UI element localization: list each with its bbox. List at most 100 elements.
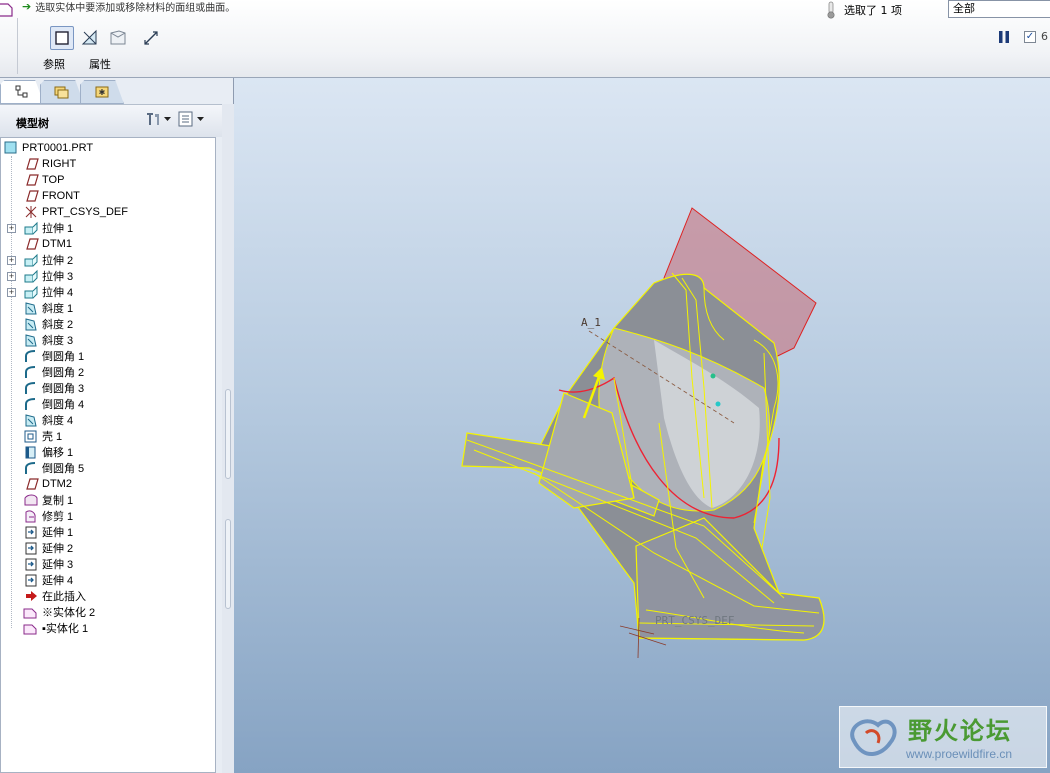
tree-item-9[interactable]: + 拉伸 4 xyxy=(1,284,215,300)
tree-item-23[interactable]: 修剪 1 xyxy=(1,508,215,524)
tree-item-20[interactable]: 倒圆角 5 xyxy=(1,460,215,476)
tree-item-29[interactable]: ※实体化 2 xyxy=(1,604,215,620)
tree-item-label: 倒圆角 4 xyxy=(42,399,85,411)
tree-item-7[interactable]: + 拉伸 2 xyxy=(1,252,215,268)
model-view[interactable]: A_1 PRT_CSYS_DEF xyxy=(234,78,1050,773)
csys-label: PRT_CSYS_DEF xyxy=(655,614,734,627)
tree-item-14[interactable]: 倒圆角 2 xyxy=(1,364,215,380)
show-list-icon xyxy=(178,111,193,127)
surface-patch-icon xyxy=(110,30,126,45)
tree-item-label: 壳 1 xyxy=(42,431,63,443)
tree-item-root[interactable]: PRT0001.PRT xyxy=(1,140,215,156)
tree-item-26[interactable]: 延伸 3 xyxy=(1,556,215,572)
tab-favorites[interactable]: ✱ xyxy=(80,80,124,104)
part-icon xyxy=(4,141,17,154)
navigator-tabs: ✱ xyxy=(0,78,234,104)
toolbar-divider xyxy=(17,18,18,74)
datum-plane-icon xyxy=(26,158,39,170)
tree-item-label: 修剪 1 xyxy=(42,511,74,523)
tree-item-18[interactable]: 壳 1 xyxy=(1,428,215,444)
round-icon xyxy=(25,462,36,474)
panel-splitter[interactable] xyxy=(222,104,234,773)
tree-item-17[interactable]: 斜度 4 xyxy=(1,412,215,428)
round-icon xyxy=(25,350,36,362)
splitter-grip-upper[interactable] xyxy=(225,389,231,479)
tree-item-label: 斜度 2 xyxy=(42,319,74,331)
tab-properties[interactable]: 属性 xyxy=(89,56,111,72)
verify-preview-icon[interactable]: 6 xyxy=(1041,30,1048,43)
tree-item-label: PRT_CSYS_DEF xyxy=(42,206,128,218)
tree-item-8[interactable]: + 拉伸 3 xyxy=(1,268,215,284)
remove-material-option-button[interactable] xyxy=(78,26,102,50)
tree-item-3[interactable]: FRONT xyxy=(1,188,215,204)
tree-settings-button[interactable] xyxy=(144,111,171,127)
tree-item-label: 倒圆角 3 xyxy=(42,383,85,395)
graphics-viewport[interactable]: A_1 PRT_CSYS_DEF xyxy=(234,78,1050,773)
extend-icon xyxy=(25,574,37,587)
tree-item-27[interactable]: 延伸 4 xyxy=(1,572,215,588)
flip-direction-button[interactable] xyxy=(139,26,163,50)
tree-item-28[interactable]: 在此插入 xyxy=(1,588,215,604)
tree-item-4[interactable]: PRT_CSYS_DEF xyxy=(1,204,215,220)
tree-show-button[interactable] xyxy=(177,111,204,127)
tree-item-label: 复制 1 xyxy=(42,495,74,507)
tree-item-1[interactable]: RIGHT xyxy=(1,156,215,172)
tree-item-13[interactable]: 倒圆角 1 xyxy=(1,348,215,364)
tab-references[interactable]: 参照 xyxy=(43,56,65,72)
expand-toggle-icon[interactable]: + xyxy=(7,223,16,233)
tree-item-label: TOP xyxy=(42,174,65,186)
tree-item-6[interactable]: DTM1 xyxy=(1,236,215,252)
chevron-down-icon xyxy=(164,117,171,121)
tree-item-label: ▪实体化 1 xyxy=(42,623,89,635)
expand-toggle-icon[interactable]: + xyxy=(7,255,16,265)
tree-item-21[interactable]: DTM2 xyxy=(1,476,215,492)
datum-plane-icon xyxy=(26,190,39,202)
tree-item-25[interactable]: 延伸 2 xyxy=(1,540,215,556)
offset-icon xyxy=(25,446,36,459)
tree-item-label: DTM2 xyxy=(42,478,72,490)
tree-item-12[interactable]: 斜度 3 xyxy=(1,332,215,348)
replace-surface-option-button[interactable] xyxy=(106,26,130,50)
tree-item-19[interactable]: 偏移 1 xyxy=(1,444,215,460)
tree-item-label: 拉伸 2 xyxy=(42,255,74,267)
tree-item-label: ※实体化 2 xyxy=(42,607,96,619)
axis-a1-label: A_1 xyxy=(581,316,601,329)
tree-item-30[interactable]: ▪实体化 1 xyxy=(1,620,215,636)
draft-icon xyxy=(25,334,37,347)
selection-filter-dropdown[interactable]: 全部 xyxy=(948,0,1050,18)
tree-item-16[interactable]: 倒圆角 4 xyxy=(1,396,215,412)
tree-item-label: DTM1 xyxy=(42,238,72,250)
tree-item-22[interactable]: 复制 1 xyxy=(1,492,215,508)
tab-folder-browser[interactable] xyxy=(40,80,84,104)
forum-logo-icon xyxy=(850,719,897,756)
tree-item-10[interactable]: 斜度 1 xyxy=(1,300,215,316)
datum-plane-icon xyxy=(26,174,39,186)
solid-square-icon xyxy=(55,31,69,45)
tree-item-5[interactable]: + 拉伸 1 xyxy=(1,220,215,236)
tab-model-tree[interactable] xyxy=(0,80,44,104)
tree-item-label: 斜度 4 xyxy=(42,415,74,427)
model-tree-toolbar xyxy=(144,111,204,127)
favorites-tab-icon: ✱ xyxy=(95,86,109,98)
feature-dashboard: ➔ 选取实体中要添加或移除材料的面组或曲面。 参照 属性 选取了 1 项 全部 … xyxy=(0,0,1050,78)
splitter-grip-lower[interactable] xyxy=(225,519,231,609)
draft-icon xyxy=(25,414,37,427)
solidify-icon xyxy=(23,624,37,635)
solid-fill-option-button[interactable] xyxy=(50,26,74,50)
round-icon xyxy=(25,398,36,410)
preview-checkbox[interactable]: ✓ xyxy=(1024,31,1036,43)
message-prompt: ➔ 选取实体中要添加或移除材料的面组或曲面。 xyxy=(22,0,235,14)
model-tree-header: 模型树 xyxy=(0,104,222,137)
selection-status: 选取了 1 项 xyxy=(826,0,902,20)
tree-item-24[interactable]: 延伸 1 xyxy=(1,524,215,540)
tree-item-label: 斜度 1 xyxy=(42,303,74,315)
tree-item-2[interactable]: TOP xyxy=(1,172,215,188)
tree-item-15[interactable]: 倒圆角 3 xyxy=(1,380,215,396)
expand-toggle-icon[interactable]: + xyxy=(7,287,16,297)
round-icon xyxy=(25,382,36,394)
tree-item-label: 倒圆角 5 xyxy=(42,463,85,475)
tree-item-11[interactable]: 斜度 2 xyxy=(1,316,215,332)
pause-button[interactable] xyxy=(997,30,1011,44)
expand-toggle-icon[interactable]: + xyxy=(7,271,16,281)
selection-indicator-icon xyxy=(827,1,835,19)
